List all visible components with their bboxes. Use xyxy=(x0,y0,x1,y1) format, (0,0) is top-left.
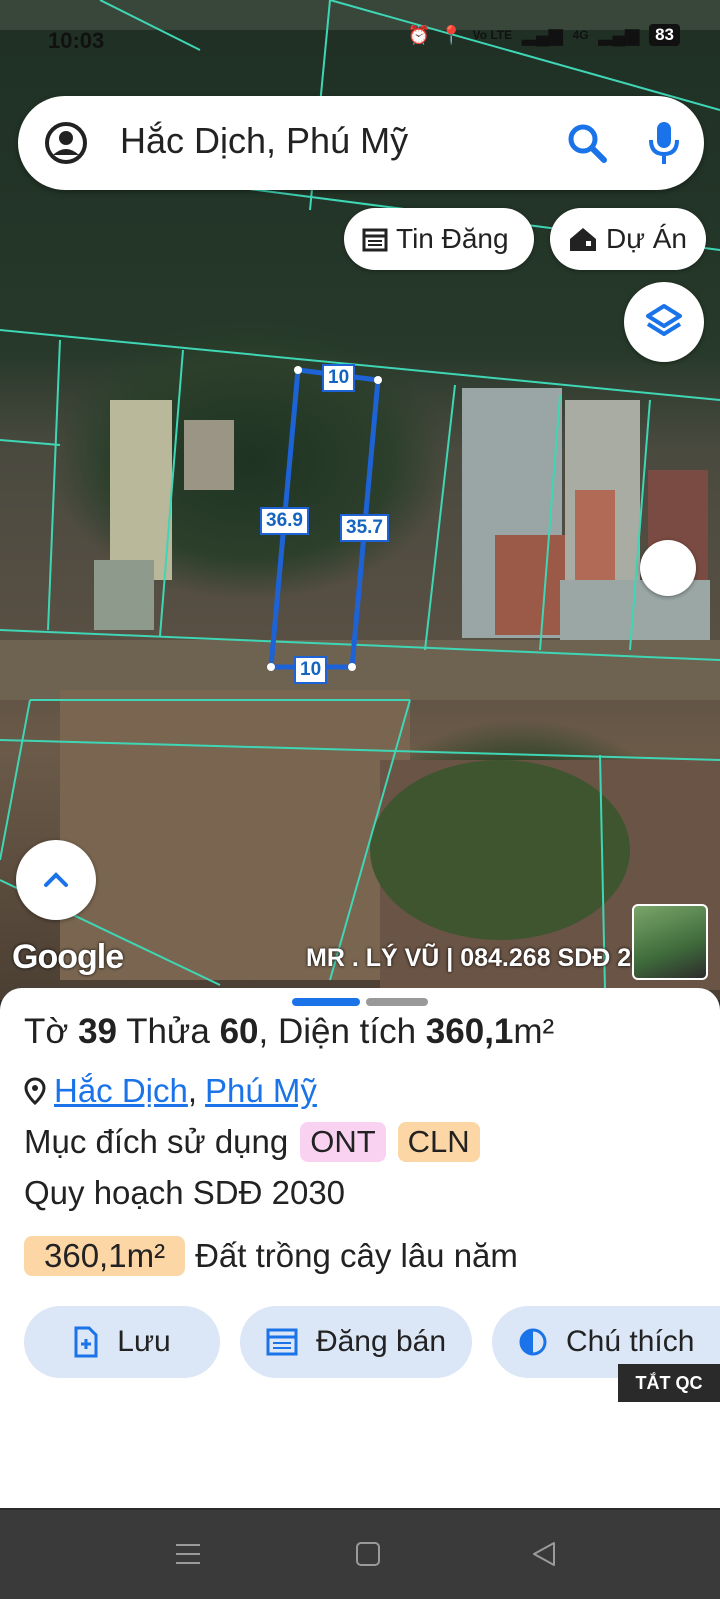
calendar-icon xyxy=(266,1328,298,1356)
search-bar[interactable]: Hắc Dịch, Phú Mỹ xyxy=(18,96,704,190)
chevron-up-icon xyxy=(44,872,68,887)
parcel-number: 60 xyxy=(219,1012,259,1051)
plan-label: Quy hoạch SDĐ 2030 xyxy=(24,1174,346,1211)
listings-chip-label: Tin Đăng xyxy=(396,223,509,254)
plan-area-badge: 360,1m² xyxy=(24,1236,186,1276)
microphone-icon[interactable] xyxy=(644,118,684,168)
purpose-label: Mục đích sử dụng xyxy=(24,1123,289,1160)
search-query[interactable]: Hắc Dịch, Phú Mỹ xyxy=(120,120,408,162)
legend-button-label: Chú thích xyxy=(566,1325,695,1358)
town-link[interactable]: Phú Mỹ xyxy=(205,1072,317,1110)
sheet-number: 39 xyxy=(78,1012,117,1051)
status-time: 10:03 xyxy=(48,28,105,53)
google-logo: Google xyxy=(12,938,124,976)
network-type: 4G xyxy=(572,28,589,42)
sheet-page-indicator xyxy=(366,998,428,1006)
map-control-dot[interactable] xyxy=(640,540,696,596)
battery-level: 83 xyxy=(649,24,680,46)
account-icon[interactable] xyxy=(44,121,88,165)
home-icon[interactable] xyxy=(354,1540,382,1568)
location-icon: 📍 xyxy=(440,24,463,45)
network-label: Vo LTE xyxy=(472,28,513,42)
layers-button[interactable] xyxy=(624,282,704,362)
save-button[interactable]: Lưu xyxy=(24,1306,220,1378)
add-file-icon xyxy=(74,1326,98,1358)
house-icon xyxy=(570,228,596,251)
agent-avatar-thumbnail[interactable] xyxy=(632,904,708,980)
parcel-info-sheet[interactable]: Tờ 39 Thửa 60, Diện tích 360,1m² Hắc Dịc… xyxy=(0,988,720,1508)
purpose-tag-ont: ONT xyxy=(300,1122,386,1162)
sheet-page-indicator-active xyxy=(292,998,360,1006)
plan-area-row: 360,1m² Đất trồng cây lâu năm xyxy=(24,1236,518,1276)
calendar-icon xyxy=(362,228,388,252)
signal-icon: ▂▄▆ xyxy=(522,24,563,45)
parcel-area: 360,1 xyxy=(425,1012,514,1051)
projects-chip-label: Dự Án xyxy=(606,223,687,254)
plan-area-description: Đất trồng cây lâu năm xyxy=(195,1237,518,1274)
layers-icon xyxy=(646,304,682,336)
projects-chip[interactable]: Dự Án xyxy=(550,208,706,270)
plot-right-length: 35.7 xyxy=(340,514,389,542)
menu-icon[interactable] xyxy=(174,1540,202,1568)
listings-chip[interactable]: Tin Đăng xyxy=(344,208,534,270)
sell-button-label: Đăng bán xyxy=(315,1325,447,1358)
back-icon[interactable] xyxy=(530,1540,558,1568)
purpose-tag-cln: CLN xyxy=(397,1122,480,1162)
parcel-title: Tờ 39 Thửa 60, Diện tích 360,1m² xyxy=(24,1012,555,1051)
satellite-map[interactable]: 10 36.9 35.7 10 10:03 ⏰ 📍 Vo LTE ▂▄▆ 4G … xyxy=(0,0,720,1000)
search-icon[interactable] xyxy=(564,120,610,166)
save-button-label: Lưu xyxy=(117,1325,171,1358)
map-watermark: MR . LÝ VŨ | 084.268 SDĐ 2030 xyxy=(306,944,673,972)
plot-bottom-length: 10 xyxy=(294,656,328,684)
signal-icon-2: ▂▄▆ xyxy=(598,24,640,45)
system-navigation-bar xyxy=(0,1510,720,1599)
pin-icon xyxy=(24,1077,46,1105)
contrast-icon xyxy=(519,1328,547,1356)
land-use-purpose: Mục đích sử dụng ONT CLN xyxy=(24,1122,480,1162)
expand-button[interactable] xyxy=(16,840,96,920)
alarm-icon: ⏰ xyxy=(407,24,431,45)
hide-ads-button[interactable]: TẮT QC xyxy=(618,1364,720,1402)
commune-link[interactable]: Hắc Dịch xyxy=(54,1072,188,1110)
status-bar: 10:03 ⏰ 📍 Vo LTE ▂▄▆ 4G ▂▄▆ 83 xyxy=(48,24,680,58)
plot-top-length: 10 xyxy=(322,364,356,392)
sell-button[interactable]: Đăng bán xyxy=(240,1306,472,1378)
plot-left-length: 36.9 xyxy=(260,507,309,535)
parcel-location: Hắc Dịch, Phú Mỹ xyxy=(24,1072,317,1110)
